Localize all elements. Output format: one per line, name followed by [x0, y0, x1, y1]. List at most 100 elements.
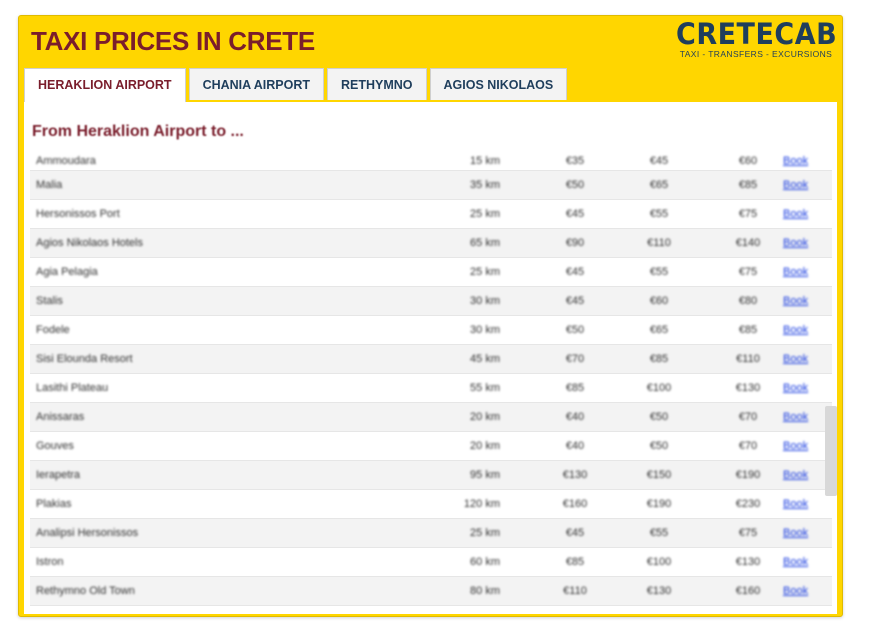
scrollbar-thumb[interactable]	[825, 406, 837, 496]
book-link[interactable]: Book	[783, 155, 815, 167]
price-cell: €35	[565, 155, 585, 167]
price-cell: €50	[649, 440, 669, 452]
destination-cell: Gouves	[36, 440, 74, 452]
destination-cell: Ammoudara	[36, 155, 96, 167]
price-cell: €90	[565, 237, 585, 249]
price-cell: €130	[562, 469, 588, 481]
price-cell: €160	[735, 585, 761, 597]
taxi-prices-widget: TAXI PRICES IN CRETE CRETECAB TAXI - TRA…	[18, 15, 843, 617]
book-link[interactable]: Book	[783, 295, 815, 307]
price-cell: €110	[563, 585, 587, 597]
prices-table[interactable]: Ammoudara 15 km €35 €45 €60 Book Malia 35 km €50…	[30, 152, 832, 612]
distance-cell: 25 km	[470, 266, 500, 278]
book-link[interactable]: Book	[783, 353, 815, 365]
book-link[interactable]: Book	[783, 382, 815, 394]
table-row: Plakias 120 km €160 €190 €230 Book	[30, 490, 832, 519]
destination-cell: Rethymno Old Town	[36, 585, 135, 597]
price-cell: €85	[649, 353, 669, 365]
price-cell: €75	[738, 527, 758, 539]
tab-chania-airport[interactable]: CHANIA AIRPORT	[188, 68, 324, 100]
tab-heraklion-airport[interactable]: HERAKLION AIRPORT	[24, 68, 186, 102]
book-link[interactable]: Book	[783, 527, 815, 539]
price-cell: €55	[649, 208, 669, 220]
distance-cell: 25 km	[470, 527, 500, 539]
price-cell: €70	[565, 353, 585, 365]
table-row: Hersonissos Port 25 km €45 €55 €75 Book	[30, 200, 832, 229]
price-cell: €50	[649, 411, 669, 423]
distance-cell: 35 km	[470, 179, 500, 191]
distance-cell: 25 km	[470, 208, 500, 220]
book-link[interactable]: Book	[783, 469, 815, 481]
table-row: Istron 60 km €85 €100 €130 Book	[30, 548, 832, 577]
price-cell: €190	[735, 469, 761, 481]
table-row: Agia Pelagia 25 km €45 €55 €75 Book	[30, 258, 832, 287]
page-title: TAXI PRICES IN CRETE	[31, 26, 315, 56]
destination-cell: Analipsi Hersonissos	[36, 527, 139, 539]
price-cell: €75	[738, 266, 758, 278]
distance-cell: 60 km	[470, 556, 500, 568]
cretecab-logo[interactable]: CRETECAB TAXI - TRANSFERS - EXCURSIONS	[676, 18, 837, 59]
price-cell: €85	[565, 556, 585, 568]
destination-cell: Agios Nikolaos Hotels	[36, 237, 143, 249]
table-row: Anissaras 20 km €40 €50 €70 Book	[30, 403, 832, 432]
table-row: Ammoudara 15 km €35 €45 €60 Book	[30, 152, 832, 171]
tab-rethymno[interactable]: RETHYMNO	[326, 68, 427, 100]
price-cell: €130	[646, 585, 672, 597]
price-cell: €190	[646, 498, 672, 510]
book-link[interactable]: Book	[783, 556, 815, 568]
destination-cell: Agia Pelagia	[36, 266, 98, 278]
price-cell: €110	[736, 353, 760, 365]
price-cell: €45	[649, 155, 669, 167]
table-row: Agios Nikolaos Hotels 65 km €90 €110 €140 Boo…	[30, 229, 832, 258]
table-row: Sisi Elounda Resort 45 km €70 €85 €110 Book	[30, 345, 832, 374]
destination-cell: Hersonissos Port	[36, 208, 120, 220]
destination-cell: Anissaras	[36, 411, 85, 423]
table-row: Ierapetra 95 km €130 €150 €190 Book	[30, 461, 832, 490]
price-cell: €45	[565, 527, 585, 539]
book-link[interactable]: Book	[783, 208, 815, 220]
destination-cell: Stalis	[36, 295, 63, 307]
scrollbar-track[interactable]	[825, 152, 837, 612]
price-cell: €45	[565, 266, 585, 278]
price-cell: €80	[738, 295, 758, 307]
price-cell: €60	[649, 295, 669, 307]
price-cell: €70	[738, 440, 758, 452]
price-cell: €60	[738, 155, 758, 167]
price-cell: €50	[565, 179, 585, 191]
price-cell: €100	[646, 382, 672, 394]
distance-cell: 45 km	[470, 353, 500, 365]
table-row: Gouves 20 km €40 €50 €70 Book	[30, 432, 832, 461]
price-cell: €40	[565, 440, 585, 452]
price-cell: €110	[647, 237, 671, 249]
price-cell: €70	[738, 411, 758, 423]
book-link[interactable]: Book	[783, 324, 815, 336]
distance-cell: 20 km	[470, 411, 500, 423]
price-cell: €50	[565, 324, 585, 336]
destination-cell: Malia	[36, 179, 63, 191]
price-cell: €55	[649, 266, 669, 278]
price-cell: €100	[646, 556, 672, 568]
price-cell: €45	[565, 295, 585, 307]
destination-cell: Sisi Elounda Resort	[36, 353, 133, 365]
price-cell: €75	[738, 208, 758, 220]
book-link[interactable]: Book	[783, 237, 815, 249]
price-cell: €65	[649, 324, 669, 336]
table-row: Lasithi Plateau 55 km €85 €100 €130 Book	[30, 374, 832, 403]
price-cell: €85	[738, 324, 758, 336]
destination-cell: Fodele	[36, 324, 70, 336]
book-link[interactable]: Book	[783, 179, 815, 191]
book-link[interactable]: Book	[783, 440, 815, 452]
book-link[interactable]: Book	[783, 266, 815, 278]
book-link[interactable]: Book	[783, 411, 815, 423]
price-cell: €65	[649, 179, 669, 191]
table-row: Fodele 30 km €50 €65 €85 Book	[30, 316, 832, 345]
book-link[interactable]: Book	[783, 498, 815, 510]
distance-cell: 15 km	[470, 155, 500, 167]
book-link[interactable]: Book	[783, 585, 815, 597]
destination-cell: Lasithi Plateau	[36, 382, 109, 394]
tab-agios-nikolaos[interactable]: AGIOS NIKOLAOS	[429, 68, 568, 100]
destination-cell: Ierapetra	[36, 469, 81, 481]
price-cell: €150	[646, 469, 672, 481]
distance-cell: 120 km	[463, 498, 500, 510]
panel-subtitle: From Heraklion Airport to ...	[32, 123, 244, 140]
